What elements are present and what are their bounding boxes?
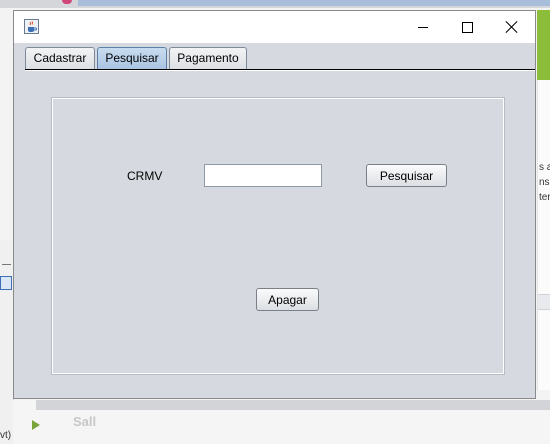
background-right-panel: s a ns ter. [537,80,550,390]
background-text-fragment: ter. [539,192,550,203]
background-left-panel: vt) [0,240,14,444]
crmv-label: CRMV [127,169,163,183]
crmv-input[interactable] [204,164,322,187]
background-bottom-strip [36,400,550,410]
background-top-strip [0,0,550,8]
close-button[interactable] [489,11,535,43]
run-arrow-icon [32,420,40,430]
tab-divider-highlight [25,70,535,71]
book-icon [0,276,12,290]
close-icon [506,21,518,33]
clear-button[interactable]: Apagar [256,288,319,311]
minimize-button[interactable] [400,11,446,43]
background-text-fragment: s a [539,162,550,173]
java-coffee-cup-icon [24,19,39,34]
background-divider [2,264,11,265]
tab-pesquisar[interactable]: Pesquisar [97,47,167,69]
background-text-fragment: Sall [73,414,97,429]
search-button[interactable]: Pesquisar [366,164,447,187]
background-green-block [537,10,550,80]
background-blue-bar [78,0,550,6]
tab-cadastrar[interactable]: Cadastrar [25,47,95,69]
maximize-button[interactable] [444,11,490,43]
maximize-icon [461,21,473,33]
background-scroll-bar [538,294,550,310]
app-window: Cadastrar Pesquisar Pagamento CRMV Pesqu… [13,10,536,399]
minimize-icon [418,26,428,28]
background-pink-mark [62,0,72,4]
background-text-fragment: vt) [0,430,12,441]
background-text-fragment: ns [539,177,550,188]
search-panel: CRMV Pesquisar Apagar [51,97,505,375]
title-bar[interactable] [14,11,535,43]
tab-pagamento[interactable]: Pagamento [169,47,247,69]
tab-strip: Cadastrar Pesquisar Pagamento [14,43,535,71]
background-bottom-panel: Sall [13,400,550,444]
